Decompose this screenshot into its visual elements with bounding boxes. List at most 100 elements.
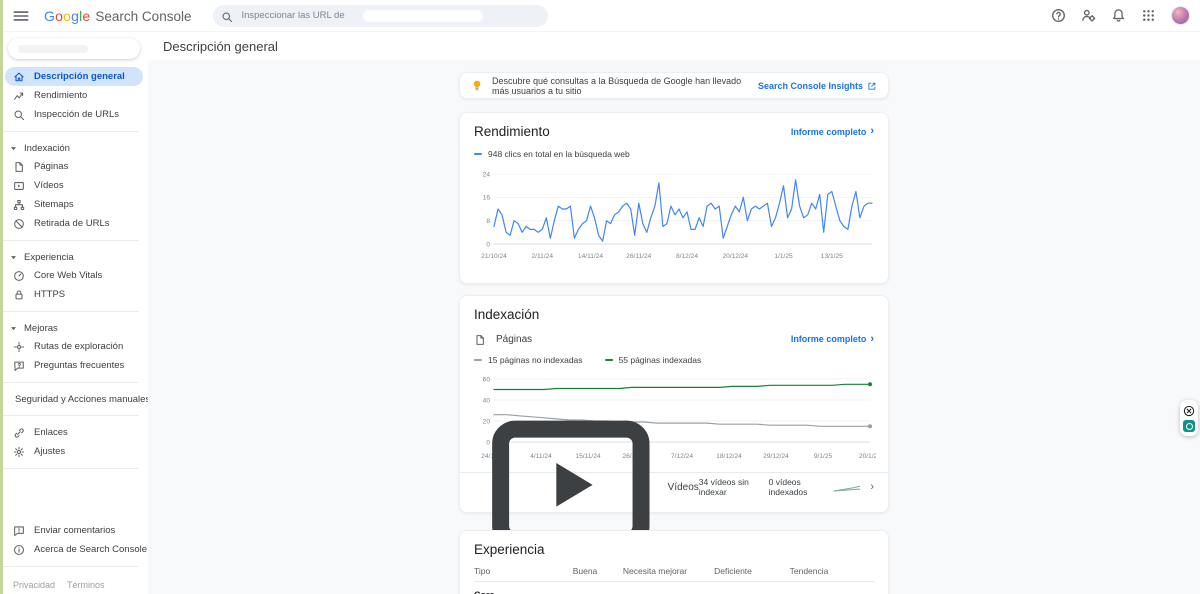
sidebar-item-acerca-de-search-console[interactable]: Acerca de Search Console xyxy=(0,540,148,559)
menu-icon[interactable] xyxy=(12,7,30,25)
indexing-card-title: Indexación xyxy=(474,307,874,322)
help-icon[interactable] xyxy=(1051,8,1066,23)
section-label: Seguridad y Acciones manuales xyxy=(15,394,150,405)
sidebar-nav: Descripción general Rendimiento Inspección… xyxy=(0,67,148,476)
chevron-right-icon[interactable]: › xyxy=(870,481,874,493)
sidebar-item-sitemaps[interactable]: Sitemaps xyxy=(0,195,148,214)
sidebar-item-rendimiento[interactable]: Rendimiento xyxy=(0,86,148,105)
sidebar-item-label: Descripción general xyxy=(34,71,125,82)
app-logo[interactable]: Google Search Console xyxy=(44,8,191,24)
divider xyxy=(0,382,138,383)
divider xyxy=(0,311,138,312)
pages-icon xyxy=(13,161,25,173)
performance-card-title: Rendimiento xyxy=(474,124,550,139)
page-header: Descripción general xyxy=(148,32,1200,60)
sidebar-item-descripci-n-general[interactable]: Descripción general xyxy=(5,67,143,86)
sidebar-item-p-ginas[interactable]: Páginas xyxy=(0,157,148,176)
sidebar-item-https[interactable]: HTTPS xyxy=(0,285,148,304)
sidebar-item-label: Inspección de URLs xyxy=(34,109,119,120)
performance-legend: 948 clics en total en la búsqueda web xyxy=(474,149,630,159)
sidebar-item-enviar-comentarios[interactable]: Enviar comentarios xyxy=(0,521,148,540)
avatar[interactable] xyxy=(1171,6,1190,25)
product-name: Search Console xyxy=(95,9,191,24)
property-selector[interactable] xyxy=(8,38,140,59)
sidebar-item-preguntas-frecuentes[interactable]: Preguntas frecuentes xyxy=(0,356,148,375)
sidebar-item-v-deos[interactable]: Vídeos xyxy=(0,176,148,195)
links-icon xyxy=(13,427,25,439)
svg-text:26/11/24: 26/11/24 xyxy=(626,253,652,260)
legal-link-privacidad[interactable]: Privacidad xyxy=(13,580,55,590)
svg-text:1/1/25: 1/1/25 xyxy=(774,253,793,260)
page-title: Descripción general xyxy=(163,39,278,54)
divider xyxy=(0,415,138,416)
sidebar-item-core-web-vitals[interactable]: Core Web Vitals xyxy=(0,266,148,285)
indexing-full-report-link[interactable]: Informe completo› xyxy=(791,334,874,345)
legal-link-términos[interactable]: Términos xyxy=(67,580,105,590)
notifications-icon[interactable] xyxy=(1111,8,1126,23)
indexed-legend: 55 páginas indexadas xyxy=(605,355,702,365)
indexing-card: Indexación Páginas Informe completo› 15 … xyxy=(459,295,889,513)
apps-grid-icon[interactable] xyxy=(1141,8,1156,23)
sidebar-item-label: Rendimiento xyxy=(34,90,87,101)
svg-text:16: 16 xyxy=(483,195,491,202)
sidebar-item-ajustes[interactable]: Ajustes xyxy=(0,442,148,461)
performance-full-report-link[interactable]: Informe completo› xyxy=(791,126,874,137)
videos-row[interactable]: Vídeos 34 vídeos sin indexar 0 vídeos in… xyxy=(474,474,874,500)
sidebar-section-indexaci-n[interactable]: Indexación xyxy=(0,139,148,157)
svg-text:29/12/24: 29/12/24 xyxy=(763,453,789,460)
triangle-down-icon xyxy=(9,324,18,333)
sidebar-item-rutas-de-exploraci-n[interactable]: Rutas de exploración xyxy=(0,337,148,356)
divider xyxy=(0,131,138,132)
performance-chart[interactable]: 08162421/10/242/11/2414/11/2426/11/248/1… xyxy=(474,162,874,269)
lightbulb-icon xyxy=(471,79,483,92)
insights-banner: Descubre qué consultas a la Búsqueda de … xyxy=(459,72,889,99)
sidebar-item-label: Core Web Vitals xyxy=(34,270,102,281)
legend-dash xyxy=(474,359,482,361)
extension-widget[interactable] xyxy=(1180,400,1198,436)
sidebar-item-enlaces[interactable]: Enlaces xyxy=(0,423,148,442)
sidebar-item-label: Páginas xyxy=(34,161,68,172)
videos-label: Vídeos xyxy=(668,482,699,493)
sidebar-section-seguridad-y-acciones-manuales[interactable]: Seguridad y Acciones manuales xyxy=(0,390,148,408)
search-icon xyxy=(13,109,25,121)
content-area: Descubre qué consultas a la Búsqueda de … xyxy=(148,60,1200,594)
crosshair-icon xyxy=(13,341,25,353)
svg-text:8/12/24: 8/12/24 xyxy=(676,253,698,260)
search-console-insights-link[interactable]: Search Console Insights xyxy=(758,81,877,91)
camera-icon[interactable] xyxy=(1183,420,1195,432)
sidebar-item-inspecci-n-de-urls[interactable]: Inspección de URLs xyxy=(0,105,148,124)
videos-not-indexed-stat: 34 vídeos sin indexar xyxy=(699,477,751,497)
external-link-icon xyxy=(867,81,877,91)
svg-text:13/1/25: 13/1/25 xyxy=(821,253,843,260)
user-settings-icon[interactable] xyxy=(1081,8,1096,23)
sidebar-section-experiencia[interactable]: Experiencia xyxy=(0,248,148,266)
screenshot-left-border xyxy=(0,0,3,594)
sidebar-item-label: Preguntas frecuentes xyxy=(34,360,124,371)
sidebar-item-label: Ajustes xyxy=(34,446,65,457)
close-icon[interactable] xyxy=(1183,404,1195,416)
svg-text:24: 24 xyxy=(483,171,491,178)
svg-text:8: 8 xyxy=(486,218,490,225)
removal-icon xyxy=(13,218,25,230)
url-inspect-searchbar[interactable] xyxy=(213,5,548,27)
experience-table-row[interactable]: Core Web VitalsMóviles3800› xyxy=(474,582,874,594)
svg-text:7/12/24: 7/12/24 xyxy=(671,453,693,460)
topbar: Google Search Console xyxy=(0,0,1200,32)
censored-url xyxy=(363,10,483,22)
sidebar-item-retirada-de-urls[interactable]: Retirada de URLs xyxy=(0,214,148,233)
main: Descripción general Descubre qué consult… xyxy=(148,32,1200,594)
performance-card: Rendimiento Informe completo› 948 clics … xyxy=(459,112,889,284)
sidebar: Descripción general Rendimiento Inspección… xyxy=(0,32,148,594)
gear-icon xyxy=(13,446,25,458)
home-icon xyxy=(13,71,25,83)
sidebar-item-label: Vídeos xyxy=(34,180,64,191)
legend-dash xyxy=(605,359,613,361)
svg-text:9/1/25: 9/1/25 xyxy=(814,453,833,460)
svg-text:20/1/25: 20/1/25 xyxy=(859,453,876,460)
sidebar-item-label: HTTPS xyxy=(34,289,65,300)
sidebar-section-mejoras[interactable]: Mejoras xyxy=(0,319,148,337)
svg-text:21/10/24: 21/10/24 xyxy=(481,253,507,260)
experience-card-title: Experiencia xyxy=(474,542,874,557)
divider xyxy=(0,566,138,567)
sidebar-item-label: Acerca de Search Console xyxy=(34,544,147,555)
